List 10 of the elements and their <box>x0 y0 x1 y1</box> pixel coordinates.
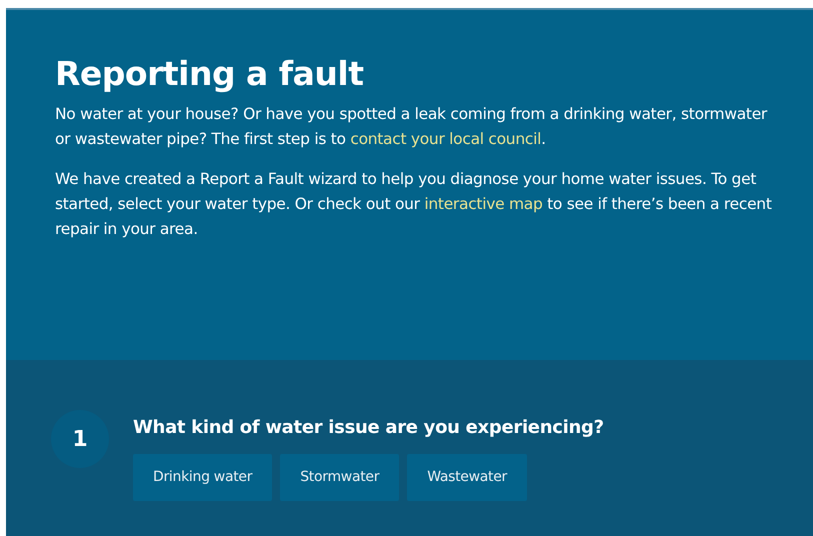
step-number: 1 <box>51 410 109 468</box>
text-link[interactable]: interactive map <box>424 194 542 213</box>
intro-paragraph: We have created a Report a Fault wizard to help you diagnose your home water issues. To get started, select your water type. Or check out our interactive map to see if there’s been a recent repair in your area. <box>55 168 773 240</box>
page-title: Reporting a fault <box>55 54 365 94</box>
option-button[interactable]: Wastewater <box>407 454 527 501</box>
question-text: What kind of water issue are you experiencing? <box>133 416 604 440</box>
option-button[interactable]: Drinking water <box>133 454 272 501</box>
option-button[interactable]: Stormwater <box>280 454 400 501</box>
text-link[interactable]: contact your local council <box>350 130 542 148</box>
intro-paragraph: No water at your house? Or have you spotted a leak coming from a drinking water, stormwater or wastewater pipe? The first step is to contact your local council. <box>55 104 768 150</box>
